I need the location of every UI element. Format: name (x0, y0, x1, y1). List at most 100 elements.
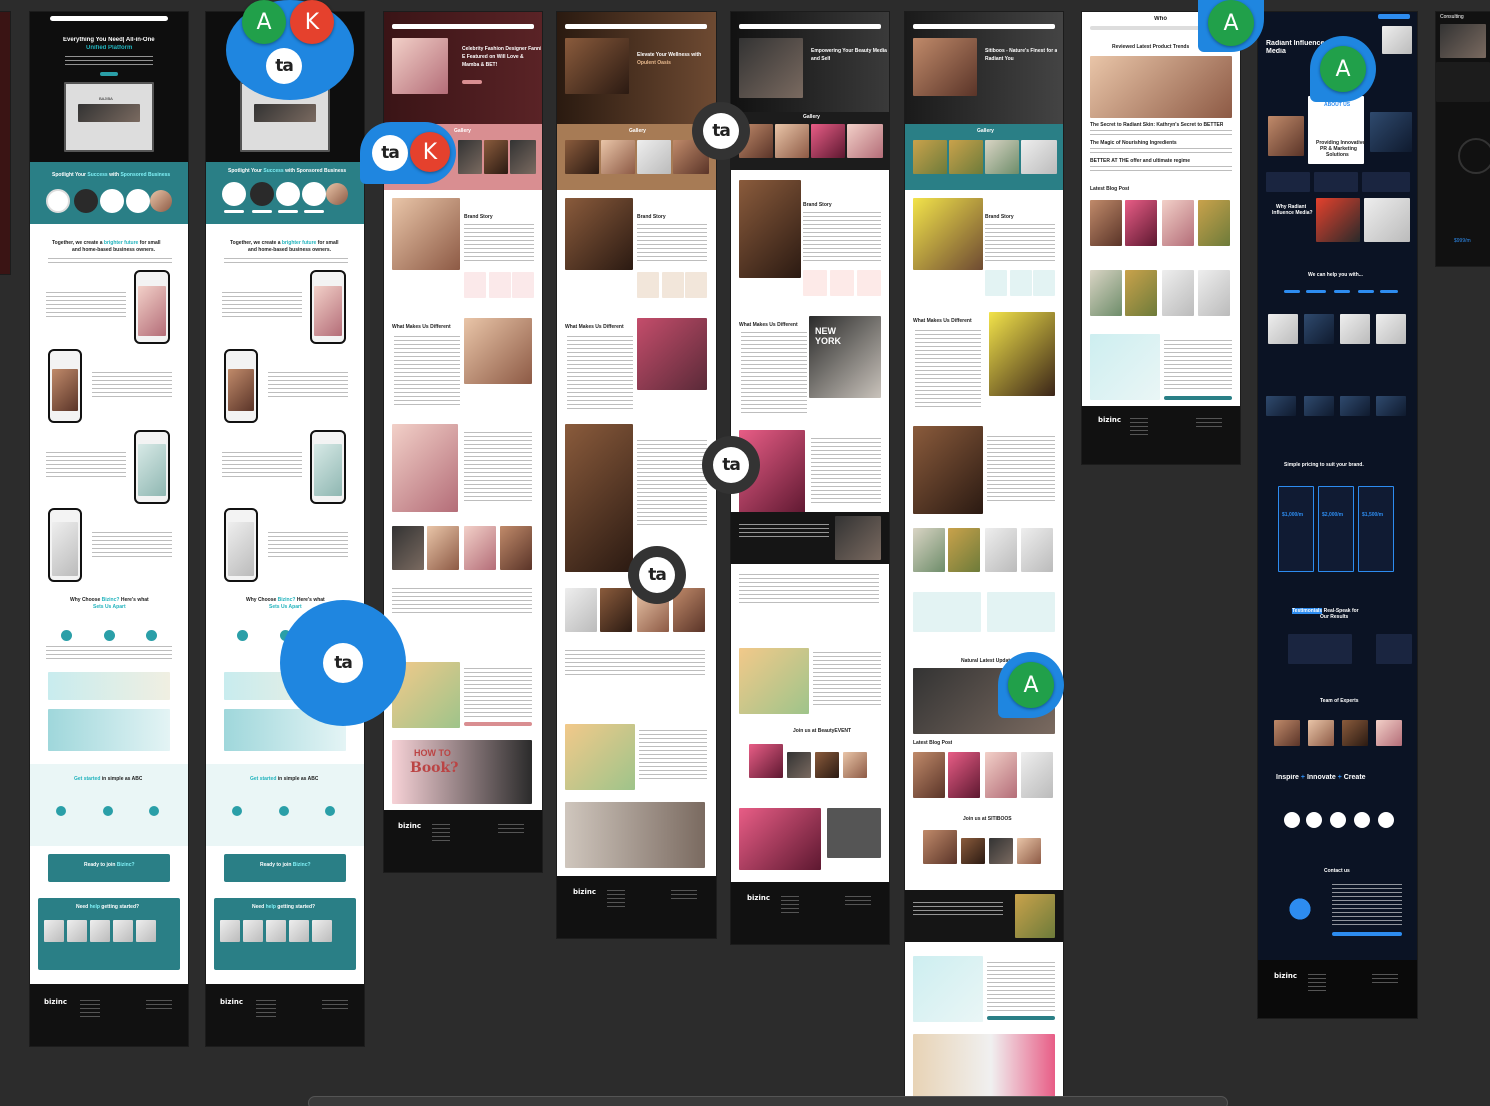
gallery-image-1[interactable] (565, 140, 599, 174)
avatar-a-3[interactable]: A (1208, 0, 1254, 46)
blog-card-2[interactable] (1125, 200, 1157, 246)
design-canvas[interactable]: Everything You Need| All-in-One Unified … (0, 0, 1490, 1106)
help-card-4[interactable] (113, 920, 133, 942)
frame-radiant-influence-media[interactable]: Radiant Influence Media ABOUT US Providi… (1258, 12, 1417, 1018)
product-card-4[interactable] (1021, 528, 1053, 572)
join-thumb-3[interactable] (989, 838, 1013, 864)
product-card-1[interactable] (392, 526, 424, 570)
product-card-4[interactable] (1198, 270, 1230, 316)
avatar-k-1[interactable]: K (290, 0, 334, 44)
service-chip-1[interactable] (1284, 290, 1300, 293)
avatar-a-2[interactable]: A (1008, 662, 1054, 708)
service-chip-2[interactable] (1306, 290, 1326, 293)
avatar-k-2[interactable]: K (410, 132, 450, 172)
blog-card-1[interactable] (1090, 200, 1122, 246)
cursor-badge-2[interactable]: ta (370, 133, 410, 173)
hero-cta-button[interactable] (100, 72, 118, 76)
contact-form[interactable] (1332, 884, 1402, 928)
event-thumb-4[interactable] (843, 752, 867, 778)
pricing-card-3[interactable] (1358, 486, 1394, 572)
gallery-image-1[interactable] (458, 140, 482, 174)
gallery-image-1[interactable] (913, 140, 947, 174)
frame-natural-skincare[interactable]: Sitiboos - Nature's Finest for a Radiant… (905, 12, 1063, 1106)
product-card-3[interactable] (464, 526, 496, 570)
brand-button-1[interactable] (224, 210, 244, 213)
brand-button-4[interactable] (304, 210, 324, 213)
pricing-card-2[interactable] (1318, 486, 1354, 572)
avatar-a-1[interactable]: A (242, 0, 286, 44)
service-chip-4[interactable] (1358, 290, 1374, 293)
help-card-3[interactable] (90, 920, 110, 942)
gallery-image-3[interactable] (985, 140, 1019, 174)
gallery-image-3[interactable] (637, 140, 671, 174)
contact-submit-button[interactable] (1332, 932, 1402, 936)
bottom-toolbar[interactable] (308, 1096, 1228, 1106)
event-thumb-2[interactable] (787, 752, 811, 778)
contact-form[interactable] (1164, 340, 1232, 390)
hero-button[interactable] (462, 80, 482, 84)
join-thumb-4[interactable] (1017, 838, 1041, 864)
blog-card-4[interactable] (1198, 200, 1230, 246)
gallery-image-4[interactable] (1376, 314, 1406, 344)
product-card-2[interactable] (1125, 270, 1157, 316)
news-card-1[interactable] (1266, 396, 1296, 416)
frame-consulting-partial[interactable]: Consulting $999/m (1436, 12, 1490, 266)
blog-card-3[interactable] (1162, 200, 1194, 246)
help-card-1[interactable] (44, 920, 64, 942)
brand-button-3[interactable] (278, 210, 298, 213)
gallery-image-2[interactable] (775, 124, 809, 158)
pricing-card-1[interactable] (1278, 486, 1314, 572)
help-card-5[interactable] (312, 920, 332, 942)
event-thumb-3[interactable] (815, 752, 839, 778)
help-card-2[interactable] (243, 920, 263, 942)
contact-form[interactable] (639, 730, 707, 780)
cursor-badge-blue-large[interactable]: ta (280, 600, 406, 726)
cursor-badge-1[interactable]: ta (264, 46, 304, 86)
cursor-badge-dark-3[interactable]: ta (628, 546, 686, 604)
contact-form[interactable] (813, 652, 881, 708)
product-card-2[interactable] (427, 526, 459, 570)
blog-card-2[interactable] (948, 752, 980, 798)
blog-card-1[interactable] (913, 752, 945, 798)
contact-submit-button[interactable] (987, 1016, 1055, 1020)
avatar-a-4[interactable]: A (1320, 46, 1366, 92)
nav-cta-button[interactable] (1378, 14, 1410, 19)
ready-to-join-banner[interactable] (224, 854, 346, 882)
blog-card-3[interactable] (985, 752, 1017, 798)
gallery-image-3[interactable] (1340, 314, 1370, 344)
gallery-image-4[interactable] (847, 124, 883, 158)
gallery-image-2[interactable] (949, 140, 983, 174)
news-card-4[interactable] (1376, 396, 1406, 416)
contact-submit-button[interactable] (464, 722, 532, 726)
product-card-1[interactable] (565, 588, 597, 632)
gallery-image-2[interactable] (601, 140, 635, 174)
help-card-5[interactable] (136, 920, 156, 942)
product-card-4[interactable] (500, 526, 532, 570)
gallery-image-4[interactable] (1021, 140, 1057, 174)
product-card-1[interactable] (913, 528, 945, 572)
help-card-2[interactable] (67, 920, 87, 942)
brand-button-2[interactable] (252, 210, 272, 213)
frame-wellness-spa[interactable]: Elevate Your Wellness with Opulent Oasis… (557, 12, 716, 938)
gallery-image-2[interactable] (1304, 314, 1334, 344)
event-thumb-1[interactable] (749, 744, 783, 778)
partial-frame-left-edge[interactable] (0, 12, 10, 274)
gallery-image-3[interactable] (510, 140, 536, 174)
gallery-image-3[interactable] (811, 124, 845, 158)
ready-to-join-banner[interactable] (48, 854, 170, 882)
frame-product-trends[interactable]: Who Reviewed Latest Product Trends The S… (1082, 12, 1240, 464)
frame-bizinc-home-variant[interactable]: Spotlight Your Success with Sponsored Bu… (206, 12, 364, 1046)
product-card-1[interactable] (1090, 270, 1122, 316)
product-card-2[interactable] (948, 528, 980, 572)
contact-form[interactable] (464, 668, 532, 718)
contact-submit-button[interactable] (1164, 396, 1232, 400)
gallery-image-1[interactable] (1268, 314, 1298, 344)
help-card-4[interactable] (289, 920, 309, 942)
service-chip-3[interactable] (1334, 290, 1350, 293)
cursor-badge-dark-2[interactable]: ta (702, 436, 760, 494)
join-thumb-1[interactable] (923, 830, 957, 864)
product-card-2[interactable] (600, 588, 632, 632)
help-card-1[interactable] (220, 920, 240, 942)
product-card-3[interactable] (1162, 270, 1194, 316)
join-thumb-2[interactable] (961, 838, 985, 864)
